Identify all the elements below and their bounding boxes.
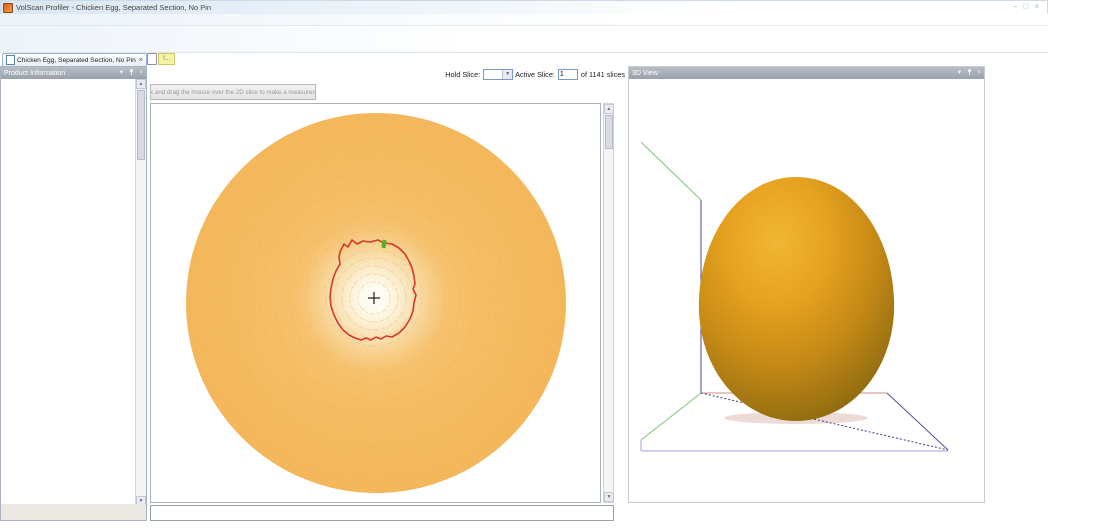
toolbar	[0, 26, 1048, 53]
scroll-down-icon[interactable]: ▼	[604, 492, 614, 502]
app-window: VolScan Profiler - Chicken Egg, Separate…	[0, 0, 1110, 528]
hold-slice-dropdown[interactable]: ▼	[483, 69, 513, 80]
panel-close-icon[interactable]: ×	[139, 69, 143, 77]
maximize-button[interactable]: □	[1023, 2, 1028, 12]
window-title: VolScan Profiler - Chicken Egg, Separate…	[16, 3, 211, 12]
slice-controls-row: Hold Slice: ▼ Active Slice: of 1141 slic…	[150, 67, 625, 82]
view-3d-panel: 3D View ▼ ×	[628, 66, 985, 503]
app-icon	[3, 3, 13, 13]
note-page-icon	[147, 53, 157, 65]
menu-bar	[0, 14, 1048, 26]
active-slice-input[interactable]	[558, 69, 578, 80]
scroll-up-icon[interactable]: ▲	[136, 79, 146, 89]
view-3d-panel-header: 3D View ▼ ×	[629, 67, 984, 79]
close-button[interactable]: ×	[1034, 2, 1039, 12]
title-bar: VolScan Profiler - Chicken Egg, Separate…	[0, 0, 1048, 14]
product-panel-header: Product Information ▼ ×	[1, 67, 146, 79]
document-tab-icon	[6, 55, 15, 65]
hold-slice-label: Hold Slice:	[445, 70, 480, 79]
note-badge-label: !...	[158, 53, 175, 65]
left-panel-tabs	[1, 504, 146, 520]
panel-close-icon[interactable]: ×	[977, 69, 981, 77]
document-tab[interactable]: Chicken Egg, Separated Section, No Pin ×	[2, 53, 147, 67]
product-panel-title: Product Information	[4, 70, 65, 77]
minimize-button[interactable]: –	[1013, 2, 1017, 12]
view-3d-title: 3D View	[632, 70, 658, 77]
product-panel-scrollbar[interactable]: ▲ ▼	[135, 79, 146, 506]
product-fields-area	[1, 79, 136, 506]
slice-2d-plot[interactable]	[151, 104, 600, 502]
panel-pin-icon[interactable]	[128, 68, 135, 79]
panel-menu-icon[interactable]: ▼	[119, 69, 125, 77]
active-slice-label: Active Slice:	[515, 70, 555, 79]
chevron-down-icon[interactable]: ▼	[502, 70, 512, 79]
product-information-panel: Product Information ▼ × ▲ ▼	[0, 66, 147, 521]
plot-scrollbar[interactable]: ▲ ▼	[603, 103, 614, 503]
slice-status-bar	[150, 505, 614, 521]
panel-menu-icon[interactable]: ▼	[957, 69, 963, 77]
slice-count-label: of 1141 slices	[581, 70, 625, 79]
scroll-up-icon[interactable]: ▲	[604, 104, 614, 114]
scrollbar-thumb[interactable]	[605, 115, 613, 149]
egg-3d-render[interactable]	[629, 79, 984, 502]
tab-close-icon[interactable]: ×	[139, 57, 143, 64]
panel-pin-icon[interactable]	[966, 68, 973, 79]
document-tab-label: Chicken Egg, Separated Section, No Pin	[17, 57, 136, 64]
tab-row: Chicken Egg, Separated Section, No Pin ×…	[0, 53, 1048, 66]
scrollbar-thumb[interactable]	[137, 90, 145, 160]
slice-2d-plot-frame	[150, 103, 601, 503]
annotation-note[interactable]: !...	[147, 53, 175, 65]
measurement-hint-button: Click and drag the mouse over the 2D sli…	[150, 84, 316, 100]
